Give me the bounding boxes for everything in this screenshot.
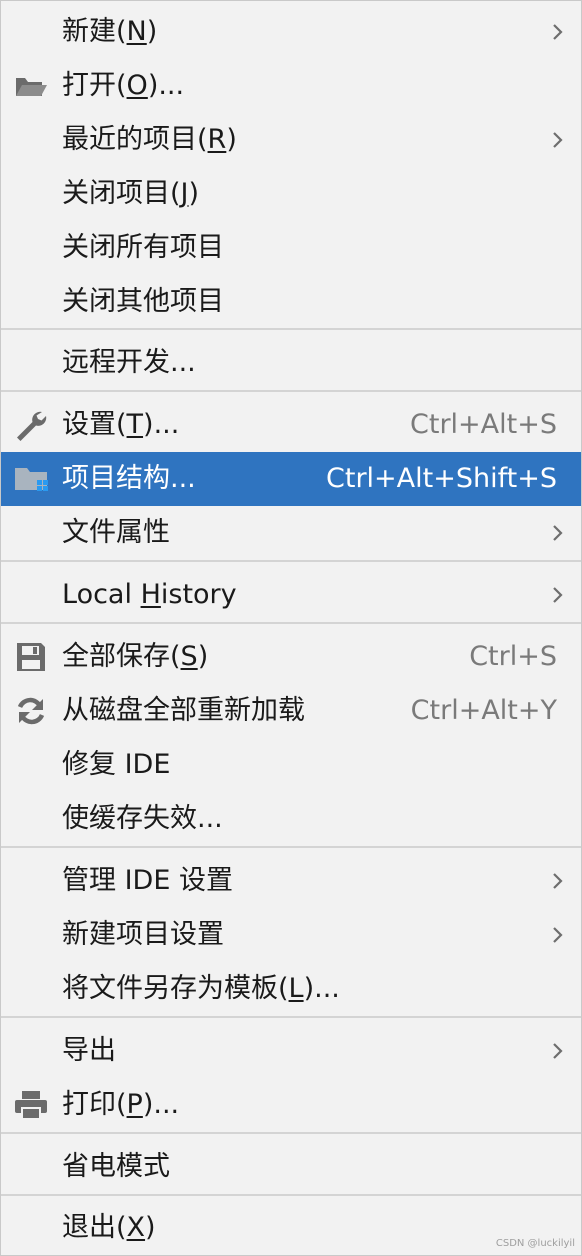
menu-separator [1, 390, 581, 392]
menu-item-reload-label: 从磁盘全部重新加载 [62, 695, 305, 726]
menu-item-project-structure-shortcut: Ctrl+Alt+Shift+S [326, 463, 557, 494]
menu-item-manage-ide-settings[interactable]: 管理 IDE 设置 [1, 854, 581, 908]
menu-separator [1, 560, 581, 562]
menu-item-close-other-projects[interactable]: 关闭其他项目 [1, 275, 581, 329]
menu-item-power-save-mode[interactable]: 省电模式 [1, 1140, 581, 1194]
menu-item-local-history[interactable]: Local History [1, 568, 581, 622]
watermark: CSDN @luckilyil [495, 1238, 575, 1249]
menu-item-project-structure-label: 项目结构... [62, 463, 196, 494]
menu-separator [1, 846, 581, 848]
menu-item-print-label: 打印(P)... [62, 1089, 180, 1120]
menu-separator [1, 1194, 581, 1196]
menu-item-settings-shortcut: Ctrl+Alt+S [410, 409, 557, 440]
chevron-right-icon [553, 24, 563, 40]
menu-item-new-project-settings[interactable]: 新建项目设置 [1, 908, 581, 962]
menu-item-file-properties-label: 文件属性 [62, 517, 170, 548]
menu-item-save-all-shortcut: Ctrl+S [469, 641, 557, 672]
menu-item-new-label: 新建(N) [62, 16, 158, 47]
menu-item-project-structure[interactable]: 项目结构... Ctrl+Alt+Shift+S [1, 452, 581, 506]
menu-item-print[interactable]: 打印(P)... [1, 1078, 581, 1132]
menu-item-recent-label: 最近的项目(R) [62, 124, 237, 155]
menu-item-open-label: 打开(O)... [62, 70, 185, 101]
menu-separator [1, 1132, 581, 1134]
menu-separator [1, 328, 581, 330]
menu-item-exit[interactable]: 退出(X) [1, 1201, 581, 1255]
reload-icon [17, 697, 45, 725]
menu-item-local-history-label: Local History [62, 579, 237, 610]
menu-item-save-file-as-template[interactable]: 将文件另存为模板(L)... [1, 962, 581, 1016]
menu-item-reload-shortcut: Ctrl+Alt+Y [410, 695, 557, 726]
menu-item-invalidate-caches-label: 使缓存失效... [62, 803, 223, 834]
menu-item-save-all[interactable]: 全部保存(S) Ctrl+S [1, 630, 581, 684]
menu-item-remote-development[interactable]: 远程开发... [1, 336, 581, 390]
menu-item-settings[interactable]: 设置(T)... Ctrl+Alt+S [1, 398, 581, 452]
menu-item-close-all-projects[interactable]: 关闭所有项目 [1, 221, 581, 275]
menu-item-close-project[interactable]: 关闭项目(J) [1, 167, 581, 221]
menu-item-remote-dev-label: 远程开发... [62, 347, 196, 378]
chevron-right-icon [553, 873, 563, 889]
chevron-right-icon [553, 1043, 563, 1059]
menu-item-power-save-label: 省电模式 [62, 1151, 170, 1182]
save-icon [17, 643, 45, 671]
menu-item-manage-ide-settings-label: 管理 IDE 设置 [62, 865, 233, 896]
chevron-right-icon [553, 927, 563, 943]
menu-item-settings-label: 设置(T)... [62, 409, 180, 440]
menu-item-exit-label: 退出(X) [62, 1212, 156, 1243]
project-structure-icon [15, 468, 48, 491]
chevron-right-icon [553, 587, 563, 603]
chevron-right-icon [553, 132, 563, 148]
menu-item-repair-ide[interactable]: 修复 IDE [1, 738, 581, 792]
menu-item-close-project-label: 关闭项目(J) [62, 178, 200, 209]
wrench-icon [17, 411, 47, 441]
menu-item-open[interactable]: 打开(O)... [1, 59, 581, 113]
file-menu: 新建(N) 打开(O)... 最近的项目(R) 关闭项目(J) 关闭所有项目 关… [0, 0, 582, 1256]
menu-item-invalidate-caches[interactable]: 使缓存失效... [1, 792, 581, 846]
menu-separator [1, 622, 581, 624]
menu-item-export-label: 导出 [62, 1035, 116, 1066]
menu-item-new-project-settings-label: 新建项目设置 [62, 919, 224, 950]
menu-separator [1, 1016, 581, 1018]
menu-item-repair-ide-label: 修复 IDE [62, 749, 171, 780]
menu-item-save-all-label: 全部保存(S) [62, 641, 209, 672]
menu-item-close-others-label: 关闭其他项目 [62, 286, 224, 317]
menu-item-recent-projects[interactable]: 最近的项目(R) [1, 113, 581, 167]
menu-item-close-all-label: 关闭所有项目 [62, 232, 224, 263]
menu-item-export[interactable]: 导出 [1, 1024, 581, 1078]
menu-item-new[interactable]: 新建(N) [1, 5, 581, 59]
menu-item-file-properties[interactable]: 文件属性 [1, 506, 581, 560]
chevron-right-icon [553, 525, 563, 541]
menu-item-save-as-template-label: 将文件另存为模板(L)... [62, 973, 340, 1004]
menu-item-reload-from-disk[interactable]: 从磁盘全部重新加载 Ctrl+Alt+Y [1, 684, 581, 738]
printer-icon [15, 1091, 47, 1120]
folder-open-icon [16, 78, 47, 96]
